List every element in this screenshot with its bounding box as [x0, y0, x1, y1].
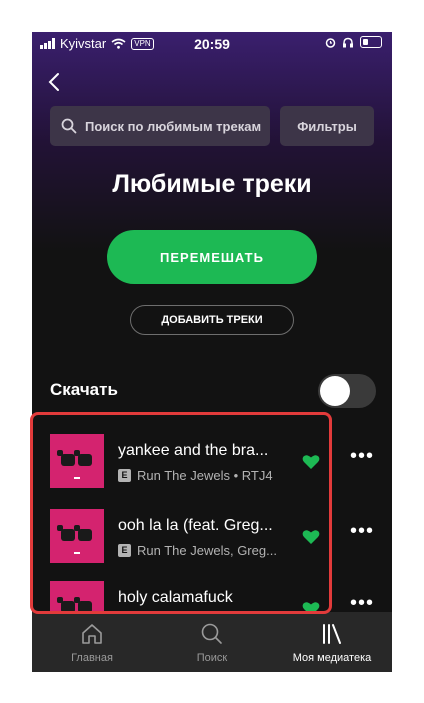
album-cover — [50, 509, 104, 563]
more-options-button[interactable]: ••• — [350, 521, 378, 546]
alarm-icon — [325, 37, 336, 48]
phone-screen: Kyivstar VPN 20:59 Поиск по любимым трек… — [32, 32, 392, 672]
headphones-icon — [343, 37, 353, 47]
track-row[interactable]: yankee and the bra... E Run The Jewels •… — [32, 434, 392, 504]
track-artist: Run The Jewels, Greg... — [137, 543, 277, 558]
download-toggle[interactable] — [318, 374, 376, 408]
tab-search[interactable]: Поиск — [152, 612, 272, 672]
tab-label: Поиск — [196, 652, 228, 664]
tab-home[interactable]: Главная — [32, 612, 152, 672]
track-title: ooh la la (feat. Greg... — [118, 517, 273, 534]
tab-label: Главная — [71, 652, 113, 664]
track-meta: E Run The Jewels • RTJ4 — [118, 468, 304, 483]
shuffle-button[interactable]: ПЕРЕМЕШАТЬ — [107, 230, 317, 284]
album-cover — [50, 434, 104, 488]
track-title: yankee and the bra... — [118, 442, 269, 459]
explicit-badge: E — [118, 544, 131, 557]
heart-icon[interactable] — [302, 529, 320, 545]
tab-bar: Главная Поиск Моя медиатека — [32, 612, 392, 672]
page-title: Любимые треки — [112, 170, 312, 198]
home-icon — [82, 624, 102, 644]
track-artist: Run The Jewels • RTJ4 — [137, 468, 273, 483]
library-icon — [323, 624, 341, 644]
tab-library[interactable]: Моя медиатека — [272, 612, 392, 672]
toggle-knob — [320, 376, 350, 406]
back-button[interactable] — [44, 70, 64, 94]
battery-icon — [360, 36, 382, 48]
filters-button[interactable]: Фильтры — [280, 106, 374, 146]
tab-label: Моя медиатека — [292, 652, 372, 664]
search-icon — [61, 118, 77, 134]
chevron-left-icon — [48, 73, 59, 91]
track-title: holy calamafuck — [118, 589, 233, 606]
search-input[interactable]: Поиск по любимым трекам — [50, 106, 270, 146]
track-meta: E Run The Jewels, Greg... — [118, 543, 304, 558]
search-placeholder: Поиск по любимым трекам — [85, 118, 262, 134]
status-bar: Kyivstar VPN 20:59 — [32, 32, 392, 56]
track-row[interactable]: ooh la la (feat. Greg... E Run The Jewel… — [32, 509, 392, 579]
download-label: Скачать — [50, 380, 118, 399]
explicit-badge: E — [118, 469, 131, 482]
heart-icon[interactable] — [302, 454, 320, 470]
more-options-button[interactable]: ••• — [350, 446, 378, 471]
add-tracks-button[interactable]: ДОБАВИТЬ ТРЕКИ — [130, 305, 294, 335]
search-icon — [201, 623, 222, 644]
